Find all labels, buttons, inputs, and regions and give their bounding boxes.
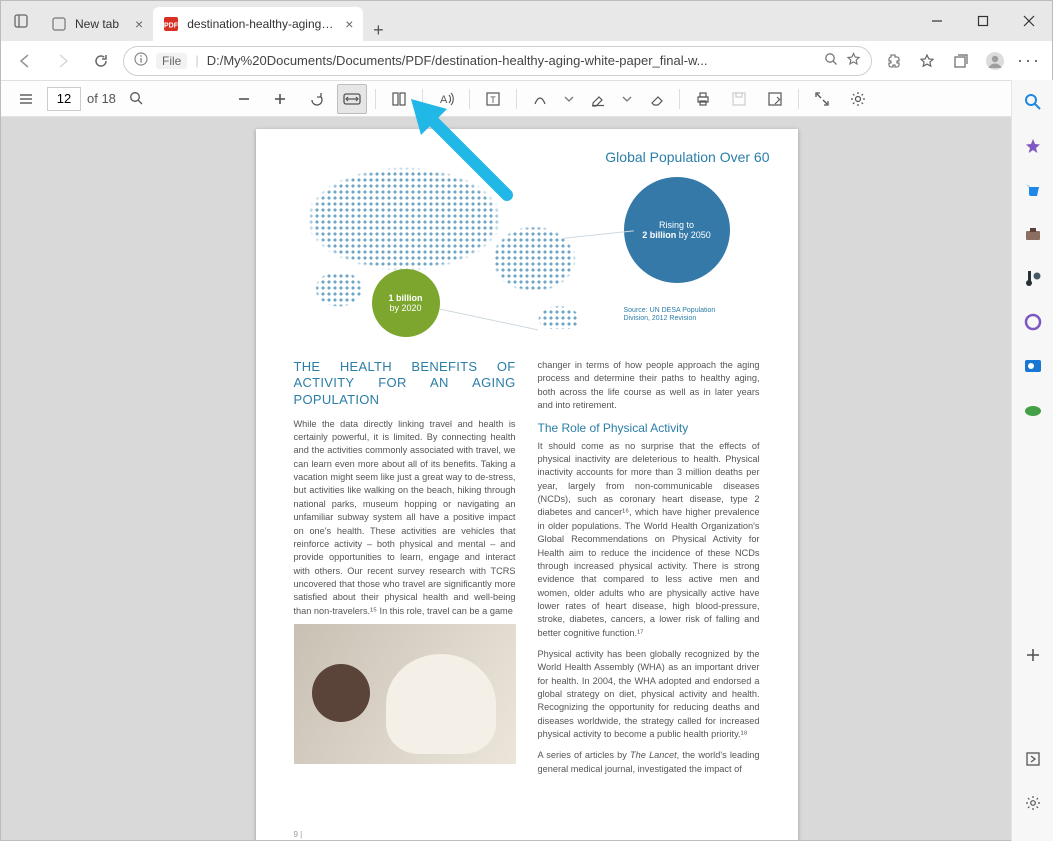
source-caption: Source: UN DESA Population Division, 201… [624, 307, 744, 322]
browser-window: New tab × PDF destination-healthy-aging-… [0, 0, 1053, 841]
fit-width-icon[interactable] [337, 84, 367, 114]
site-info-icon[interactable] [134, 52, 148, 69]
profile-icon[interactable] [980, 46, 1010, 76]
section-heading: THE HEALTH BENEFITS OF ACTIVITY FOR AN A… [294, 359, 516, 408]
page-icon [51, 16, 67, 32]
minimize-button[interactable] [914, 1, 960, 41]
url-box[interactable]: File | D:/My%20Documents/Documents/PDF/d… [123, 46, 872, 76]
tab-label: New tab [75, 17, 119, 31]
body-text: changer in terms of how people approach … [538, 359, 760, 412]
annotation-arrow [407, 95, 527, 220]
tab-actions-button[interactable] [7, 7, 35, 35]
toolbar-actions: ··· [878, 46, 1044, 76]
body-text: Physical activity has been globally reco… [538, 648, 760, 741]
rotate-icon[interactable] [301, 84, 331, 114]
draw-icon[interactable] [525, 84, 555, 114]
body-text: A series of articles by The Lancet, the … [538, 749, 760, 776]
tab-pdf[interactable]: PDF destination-healthy-aging-white × [153, 7, 363, 41]
collapse-sidebar-icon[interactable] [1021, 747, 1045, 771]
copilot-icon[interactable] [1021, 134, 1045, 158]
games-icon[interactable] [1021, 266, 1045, 290]
chevron-down-icon[interactable] [561, 84, 577, 114]
address-bar: File | D:/My%20Documents/Documents/PDF/d… [1, 41, 1052, 81]
scheme-chip: File [156, 53, 187, 69]
edge-settings-icon[interactable] [1021, 791, 1045, 815]
page-number: 9 | [294, 830, 303, 839]
pdf-viewer[interactable]: Global Population Over 60 1 billion by 2… [1, 117, 1052, 840]
close-icon[interactable]: × [345, 16, 353, 32]
left-column: THE HEALTH BENEFITS OF ACTIVITY FOR AN A… [294, 359, 516, 776]
svg-text:PDF: PDF [164, 23, 179, 30]
forward-button [47, 45, 79, 77]
stat-value: 2 billion [642, 230, 676, 240]
stat-label: by 2020 [389, 303, 421, 313]
inline-photo [294, 624, 516, 764]
stat-value: 1 billion [388, 293, 422, 303]
save-icon[interactable] [724, 84, 754, 114]
settings-icon[interactable] [843, 84, 873, 114]
edge-sidebar [1011, 80, 1053, 841]
refresh-button[interactable] [85, 45, 117, 77]
titlebar: New tab × PDF destination-healthy-aging-… [1, 1, 1052, 41]
close-window-button[interactable] [1006, 1, 1052, 41]
page-total: of 18 [87, 91, 116, 106]
pdf-page: Global Population Over 60 1 billion by 2… [256, 129, 798, 840]
close-icon[interactable]: × [135, 16, 143, 32]
pdf-icon: PDF [163, 16, 179, 32]
collections-icon[interactable] [946, 46, 976, 76]
infographic-title: Global Population Over 60 [590, 149, 770, 165]
stat-circle-2050: Rising to 2 billion by 2050 [624, 177, 730, 283]
find-icon[interactable] [122, 84, 152, 114]
two-column-text: THE HEALTH BENEFITS OF ACTIVITY FOR AN A… [294, 359, 760, 776]
stat-suffix: by 2050 [676, 230, 711, 240]
extensions-icon[interactable] [878, 46, 908, 76]
window-controls [914, 1, 1052, 41]
body-text: It should come as no surprise that the e… [538, 440, 760, 640]
office-icon[interactable] [1021, 310, 1045, 334]
stat-prefix: Rising to [659, 220, 694, 230]
contents-icon[interactable] [11, 84, 41, 114]
stat-circle-2020: 1 billion by 2020 [372, 269, 440, 337]
menu-icon[interactable]: ··· [1014, 46, 1044, 76]
url-text: D:/My%20Documents/Documents/PDF/destinat… [207, 53, 708, 68]
save-as-icon[interactable] [760, 84, 790, 114]
add-app-icon[interactable] [1021, 643, 1045, 667]
tools-icon[interactable] [1021, 222, 1045, 246]
shopping-icon[interactable] [1021, 178, 1045, 202]
zoom-in-icon[interactable] [265, 84, 295, 114]
favorite-icon[interactable] [846, 52, 861, 70]
fullscreen-icon[interactable] [807, 84, 837, 114]
zoom-out-icon[interactable] [229, 84, 259, 114]
print-icon[interactable] [688, 84, 718, 114]
erase-icon[interactable] [641, 84, 671, 114]
favorites-icon[interactable] [912, 46, 942, 76]
page-input[interactable] [47, 87, 81, 111]
subsection-heading: The Role of Physical Activity [538, 420, 760, 437]
maximize-button[interactable] [960, 1, 1006, 41]
chevron-down-icon[interactable] [619, 84, 635, 114]
right-column: changer in terms of how people approach … [538, 359, 760, 776]
back-button[interactable] [9, 45, 41, 77]
search-in-page-icon[interactable] [824, 52, 838, 69]
body-text: While the data directly linking travel a… [294, 418, 516, 618]
onedrive-icon[interactable] [1021, 398, 1045, 422]
new-tab-button[interactable]: + [363, 20, 393, 41]
tab-label: destination-healthy-aging-white [187, 17, 337, 31]
tab-new[interactable]: New tab × [41, 7, 153, 41]
outlook-icon[interactable] [1021, 354, 1045, 378]
highlight-icon[interactable] [583, 84, 613, 114]
search-icon[interactable] [1021, 90, 1045, 114]
